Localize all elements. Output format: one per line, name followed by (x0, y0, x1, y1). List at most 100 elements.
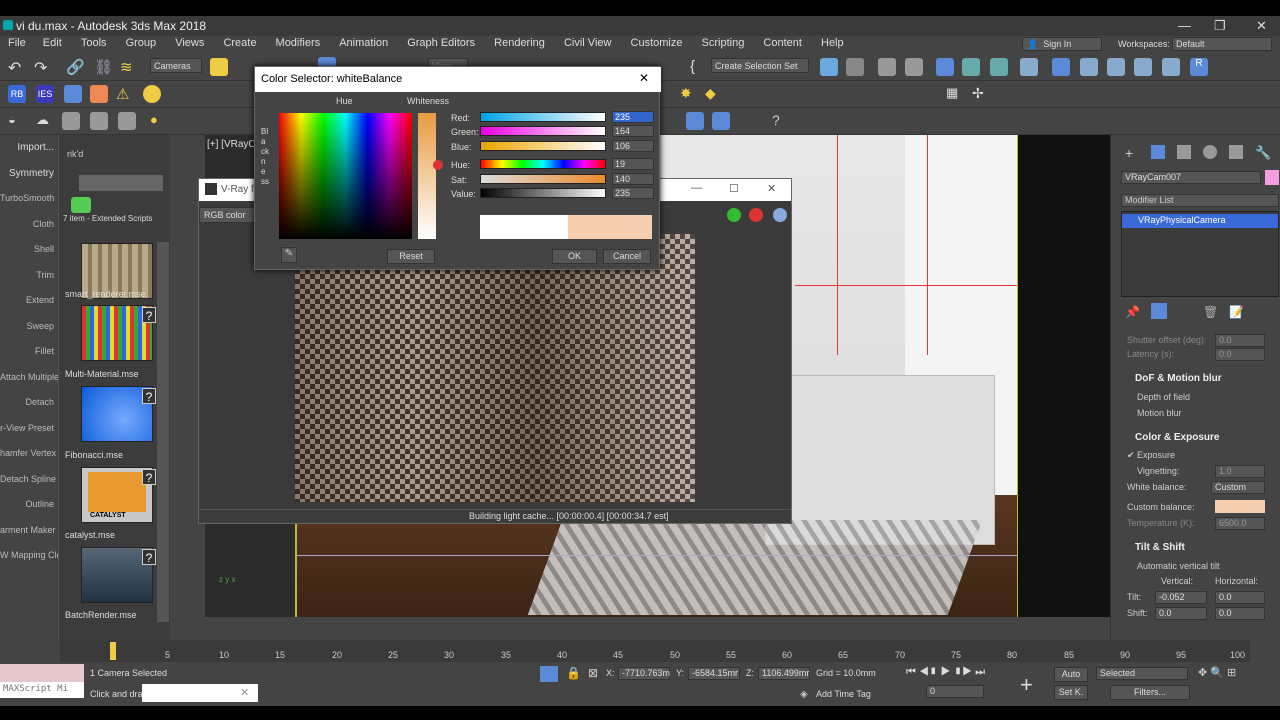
white-balance-dropdown[interactable]: Custom (1211, 481, 1265, 494)
playback-controls[interactable]: ⏮ ◀▮ ▶ ▮▶ ⏭ (906, 666, 985, 679)
tilt-vertical-field[interactable]: -0.052 (1155, 591, 1207, 604)
value-value[interactable]: 235 (612, 187, 654, 199)
ies-icon[interactable]: IES (36, 85, 54, 103)
vfb-close-button[interactable]: ✕ (767, 182, 776, 195)
hue-value[interactable]: 19 (612, 158, 654, 170)
modifier-stack-item[interactable]: VRayPhysicalCamera (1122, 214, 1278, 228)
menu-civil-view[interactable]: Civil View (564, 36, 611, 49)
turbosmooth-button[interactable]: TurboSmooth (0, 186, 58, 212)
render-production-icon[interactable] (1107, 58, 1125, 76)
vfb-maximize-button[interactable]: ☐ (729, 182, 739, 195)
light-icon[interactable] (143, 85, 161, 103)
track-bar[interactable]: 5 10 15 20 25 30 35 40 45 50 55 60 65 70… (60, 640, 1250, 662)
color-exposure-rollout-header[interactable]: Color & Exposure (1135, 432, 1219, 443)
menu-animation[interactable]: Animation (339, 36, 388, 49)
configure-modifier-icon[interactable]: 📝 (1229, 305, 1244, 319)
script-item-label[interactable]: Fibonacci.mse (65, 450, 123, 460)
menu-scripting[interactable]: Scripting (702, 36, 745, 49)
help-icon[interactable]: ? (142, 388, 156, 404)
menu-modifiers[interactable]: Modifiers (276, 36, 321, 49)
latency-field[interactable]: 0.0 (1215, 348, 1265, 361)
tilt-horizontal-field[interactable]: 0.0 (1215, 591, 1265, 604)
script-item-label[interactable]: catalyst.mse (65, 530, 115, 540)
hue-slider[interactable] (480, 159, 606, 169)
schematic-view-icon[interactable] (990, 58, 1008, 76)
auto-key-button[interactable]: Auto (1054, 667, 1088, 682)
menu-edit[interactable]: Edit (43, 36, 62, 49)
scene-explorer-icon[interactable] (905, 58, 923, 76)
fillet-button[interactable]: Fillet (0, 339, 58, 365)
list-icon[interactable] (118, 112, 136, 130)
trim-button[interactable]: Trim (0, 263, 58, 289)
undo-icon[interactable]: ↶ (8, 58, 26, 77)
bind-spacewarp-icon[interactable]: ≋ (120, 58, 138, 76)
time-slider[interactable] (110, 642, 116, 660)
menu-group[interactable]: Group (126, 36, 157, 49)
menu-file[interactable]: File (8, 36, 26, 49)
sweep-button[interactable]: Sweep (0, 314, 58, 340)
x-coordinate-field[interactable]: -7710.763m (618, 667, 670, 680)
menu-views[interactable]: Views (175, 36, 204, 49)
import-button[interactable]: Import... (0, 135, 58, 161)
help-icon[interactable]: ? (142, 307, 156, 323)
render-setup-icon[interactable] (1052, 58, 1070, 76)
ok-button[interactable]: OK (552, 249, 597, 264)
pin-stack-icon[interactable]: 📌 (1125, 305, 1140, 319)
chamfer-vertex-button[interactable]: hamfer Vertex (0, 441, 58, 467)
set-key-icon[interactable]: + (1020, 672, 1033, 698)
red-value[interactable]: 235 (612, 111, 654, 123)
material-editor-icon[interactable] (1020, 58, 1038, 76)
green-value[interactable]: 164 (612, 125, 654, 137)
workspace-dropdown[interactable]: Default (1172, 37, 1272, 51)
script-scrollbar[interactable] (157, 242, 169, 622)
reset-button[interactable]: Reset (387, 249, 435, 264)
blue-slider[interactable] (480, 141, 606, 151)
extend-button[interactable]: Extend (0, 288, 58, 314)
vignetting-field[interactable]: 1.0 (1215, 465, 1265, 478)
vray-tool2-icon[interactable] (712, 112, 730, 130)
add-time-tag-button[interactable]: Add Time Tag (816, 689, 871, 699)
create-selection-set-dropdown[interactable]: Create Selection Set (711, 58, 809, 73)
menu-create[interactable]: Create (223, 36, 256, 49)
checker-icon[interactable]: ▦ (946, 85, 964, 103)
modify-tab-icon[interactable] (1151, 145, 1165, 159)
viewport-dropdown[interactable]: Cameras (150, 58, 202, 73)
script-item-label[interactable]: smart_renderer.mse (65, 289, 146, 299)
cube-icon[interactable] (64, 85, 82, 103)
grid-icon[interactable]: ✢ (972, 85, 990, 103)
current-frame-field[interactable]: 0 (926, 685, 984, 698)
menu-customize[interactable]: Customize (631, 36, 683, 49)
lock-icon[interactable]: 🔒 (566, 666, 581, 680)
rendered-frame-icon[interactable] (1080, 58, 1098, 76)
link-icon[interactable]: 🔗 (66, 58, 85, 76)
shutter-offset-field[interactable]: 0.0 (1215, 334, 1265, 347)
value-slider[interactable] (480, 188, 606, 198)
minimize-button[interactable]: — (1178, 18, 1191, 33)
red-slider[interactable] (480, 112, 606, 122)
maximize-button[interactable]: ❐ (1214, 18, 1226, 34)
custom-balance-swatch[interactable] (1215, 500, 1265, 513)
shape-icon[interactable]: ◒ (8, 112, 26, 130)
view-preset-button[interactable]: r-View Preset (0, 416, 58, 442)
whiteness-slider[interactable] (418, 113, 436, 239)
remove-modifier-icon[interactable]: 🗑 (1203, 305, 1218, 319)
shell-button[interactable]: Shell (0, 237, 58, 263)
time-tag-icon[interactable]: ◈ (800, 689, 808, 700)
utilities-tab-icon[interactable]: 🔧 (1255, 145, 1271, 161)
ribbon-icon[interactable] (936, 58, 954, 76)
pen-icon[interactable] (90, 85, 108, 103)
layer-explorer-icon[interactable] (878, 58, 896, 76)
render-iterative-icon[interactable] (1134, 58, 1152, 76)
help-icon[interactable]: ? (772, 112, 790, 130)
script-item-label[interactable]: Multi-Material.mse (65, 369, 139, 379)
symmetry-button[interactable]: Symmetry (0, 161, 58, 187)
garment-maker-button[interactable]: arment Maker (0, 518, 58, 544)
green-slider[interactable] (480, 126, 606, 136)
y-coordinate-field[interactable]: -6584.15mr (688, 667, 740, 680)
temperature-field[interactable]: 6500.0 (1215, 517, 1265, 530)
help-icon[interactable]: ? (142, 469, 156, 485)
exposure-checkbox-icon[interactable]: ✔ (1127, 450, 1135, 461)
shift-horizontal-field[interactable]: 0.0 (1215, 607, 1265, 620)
blue-value[interactable]: 106 (612, 140, 654, 152)
maxscript-listener-pink[interactable] (0, 664, 84, 682)
